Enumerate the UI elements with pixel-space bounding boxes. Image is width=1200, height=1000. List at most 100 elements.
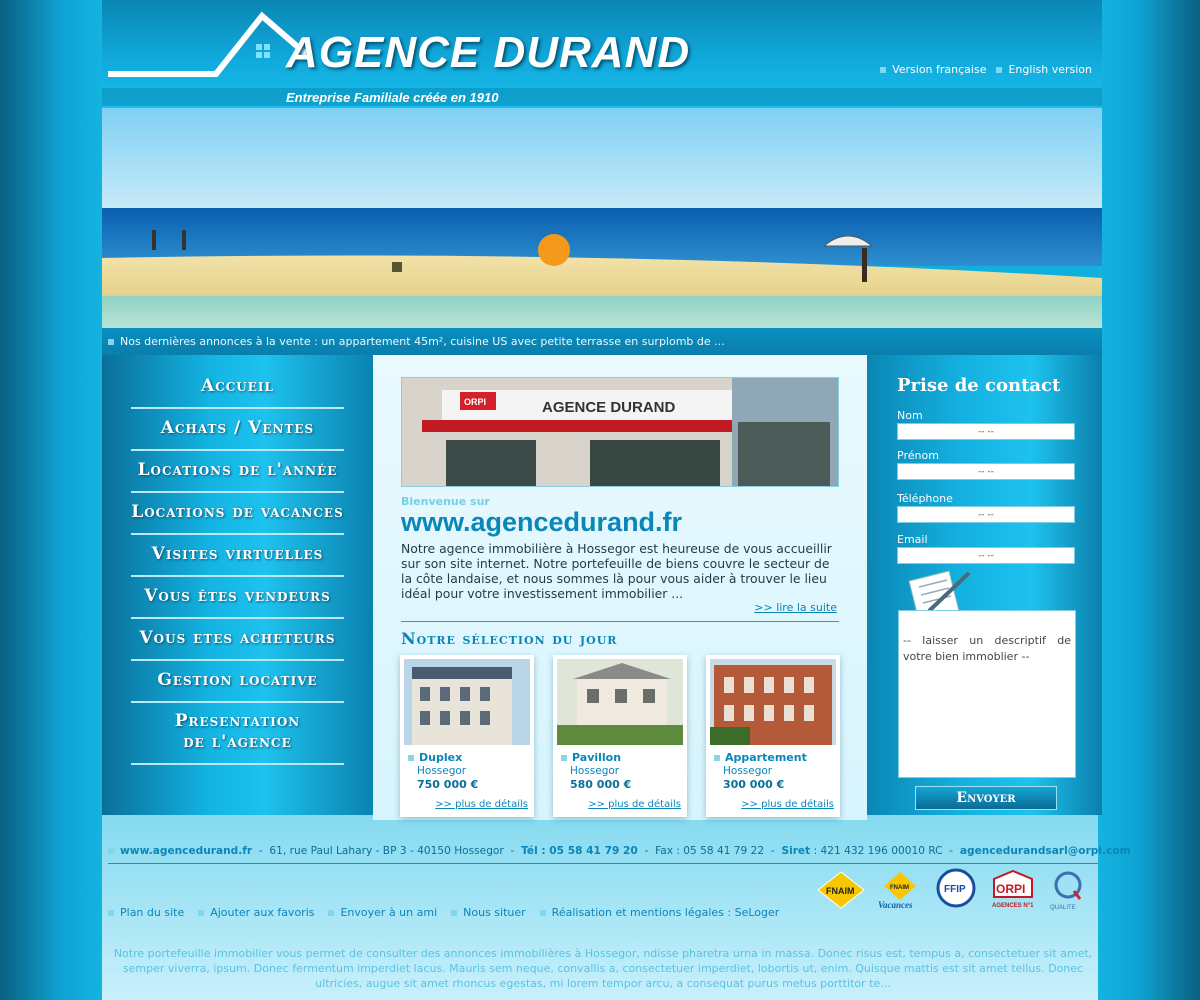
- nav-acheteurs[interactable]: Vous etes acheteurs: [131, 619, 344, 661]
- header: AGENCE DURAND Entreprise Familiale créée…: [102, 0, 1102, 108]
- ffip-logo-icon: FFIP: [936, 868, 976, 908]
- lang-fr-link[interactable]: Version française: [880, 63, 986, 76]
- footer-email[interactable]: agencedurandsarl@orpi.com: [960, 845, 1131, 857]
- ticker-text: Nos dernières annonces à la vente : un a…: [120, 335, 725, 348]
- footer-seo-text: Notre portefeuille immobilier vous perme…: [113, 947, 1093, 990]
- footer-address: 61, rue Paul Lahary - BP 3 - 40150 Hosse…: [269, 845, 504, 857]
- bullet-icon: [880, 67, 887, 73]
- property-title-text: Duplex: [419, 751, 463, 764]
- send-button[interactable]: Envoyer: [915, 786, 1057, 810]
- email-field[interactable]: [897, 547, 1075, 564]
- contact-form: Prise de contact Nom Prénom Téléphone Em…: [867, 355, 1102, 815]
- bullet-icon: [451, 910, 458, 916]
- contact-title: Prise de contact: [897, 375, 1061, 396]
- hero-beach-image: [102, 108, 1102, 328]
- bullet-icon: [108, 910, 114, 916]
- property-card-pavillon[interactable]: Pavillon Hossegor 580 000 € >> plus de d…: [553, 655, 687, 817]
- shop-brand-text: ORPI: [464, 397, 486, 407]
- property-photo: [557, 659, 683, 745]
- svg-text:FNAIM: FNAIM: [890, 885, 909, 891]
- tagline: Entreprise Familiale créée en 1910: [286, 90, 499, 105]
- nav-gestion-locative[interactable]: Gestion locative: [131, 661, 344, 703]
- prenom-field[interactable]: [897, 463, 1075, 480]
- telephone-label: Téléphone: [897, 492, 953, 505]
- property-price: 750 000 €: [417, 778, 479, 791]
- fnaim-logo-icon: FNAIM: [817, 871, 865, 909]
- property-card-duplex[interactable]: Duplex Hossegor 750 000 € >> plus de dét…: [400, 655, 534, 817]
- svg-text:AGENCES N°1: AGENCES N°1: [992, 903, 1034, 909]
- footer-link-plan[interactable]: Plan du site: [108, 906, 184, 919]
- divider: [401, 621, 839, 622]
- footer-tel: Tél : 05 58 41 79 20: [521, 845, 638, 857]
- property-title: Duplex: [408, 751, 462, 764]
- footer-link-ami[interactable]: Envoyer à un ami: [328, 906, 437, 919]
- nav-achats-ventes[interactable]: Achats / Ventes: [131, 409, 344, 451]
- property-card-appartement[interactable]: Appartement Hossegor 300 000 € >> plus d…: [706, 655, 840, 817]
- main-navigation: Accueil Achats / Ventes Locations de l'a…: [102, 355, 373, 815]
- nav-locations-vacances[interactable]: Locations de vacances: [131, 493, 344, 535]
- footer-link-situer[interactable]: Nous situer: [451, 906, 526, 919]
- selection-title: Notre sélection du jour: [401, 629, 618, 648]
- lang-en-label: English version: [1008, 63, 1092, 76]
- property-details-link[interactable]: >> plus de détails: [435, 799, 528, 810]
- nav-presentation-line1: Presentation: [174, 711, 301, 731]
- nav-presentation-line2: de l'agence: [183, 732, 292, 752]
- lang-en-link[interactable]: English version: [996, 63, 1092, 76]
- intro-text: Notre agence immobilière à Hossegor est …: [401, 541, 832, 601]
- bullet-icon: [198, 910, 205, 916]
- svg-text:FNAIM: FNAIM: [826, 886, 855, 896]
- lang-fr-label: Version française: [892, 63, 987, 76]
- bullet-icon: [539, 910, 546, 916]
- nav-locations-annee[interactable]: Locations de l'année: [131, 451, 344, 493]
- nav-vendeurs[interactable]: Vous êtes vendeurs: [131, 577, 344, 619]
- property-details-link[interactable]: >> plus de détails: [741, 799, 834, 810]
- bullet-icon: [561, 755, 567, 761]
- nav-visites-virtuelles[interactable]: Visites virtuelles: [131, 535, 344, 577]
- property-title-text: Appartement: [725, 751, 807, 764]
- svg-text:QUALITE: QUALITE: [1050, 905, 1076, 911]
- property-photo: [710, 659, 836, 745]
- footer-divider: [108, 863, 1098, 864]
- footer-link-label: Plan du site: [120, 906, 185, 919]
- description-textarea[interactable]: -- laisser un descriptif de votre bien i…: [898, 610, 1076, 778]
- property-title-text: Pavillon: [572, 751, 622, 764]
- footer-link-mentions[interactable]: Réalisation et mentions légales : SeLoge…: [539, 906, 780, 919]
- svg-text:FFIP: FFIP: [944, 884, 966, 895]
- property-city: Hossegor: [723, 765, 773, 777]
- tagline-bar: [102, 88, 1102, 106]
- shop-sign-text: AGENCE DURAND: [542, 399, 676, 416]
- agency-storefront-image: AGENCE DURAND ORPI: [401, 377, 839, 487]
- telephone-field[interactable]: [897, 506, 1075, 523]
- footer-link-label: Ajouter aux favoris: [210, 906, 315, 919]
- news-ticker[interactable]: Nos dernières annonces à la vente : un a…: [102, 328, 1102, 355]
- orpi-logo-icon: ORPI AGENCES N°1: [992, 869, 1034, 909]
- footer-link-label: Envoyer à un ami: [340, 906, 438, 919]
- footer-links: Plan du site Ajouter aux favoris Envoyer…: [108, 906, 779, 919]
- nav-accueil[interactable]: Accueil: [131, 367, 344, 409]
- qualite-logo-icon: QUALITE: [1050, 871, 1082, 911]
- page-wrapper: AGENCE DURAND Entreprise Familiale créée…: [102, 0, 1131, 1000]
- email-label: Email: [897, 533, 928, 546]
- nom-field[interactable]: [897, 423, 1075, 440]
- logo-title: AGENCE DURAND: [286, 28, 691, 77]
- property-price: 300 000 €: [723, 778, 785, 791]
- svg-text:ORPI: ORPI: [996, 882, 1025, 896]
- nav-presentation[interactable]: Presentation de l'agence: [131, 703, 344, 765]
- bullet-icon: [408, 755, 414, 761]
- read-more-link[interactable]: >> lire la suite: [754, 601, 837, 614]
- footer-site: www.agencedurand.fr: [120, 845, 253, 857]
- bullet-icon: [328, 910, 335, 916]
- bullet-icon: [996, 67, 1003, 73]
- footer-contact-line: www.agencedurand.fr - 61, rue Paul Lahar…: [102, 845, 1131, 857]
- house-logo-icon: [108, 11, 306, 77]
- bullet-icon: [108, 848, 114, 854]
- property-title: Pavillon: [561, 751, 621, 764]
- bullet-icon: [714, 755, 720, 761]
- footer-siret: : 421 432 196 00010 RC: [813, 845, 943, 857]
- language-switcher: Version française English version: [880, 63, 1092, 76]
- footer-link-favoris[interactable]: Ajouter aux favoris: [198, 906, 314, 919]
- bullet-icon: [108, 339, 114, 345]
- property-details-link[interactable]: >> plus de détails: [588, 799, 681, 810]
- footer-link-label: Réalisation et mentions légales : SeLoge…: [551, 906, 780, 919]
- footer-link-label: Nous situer: [463, 906, 526, 919]
